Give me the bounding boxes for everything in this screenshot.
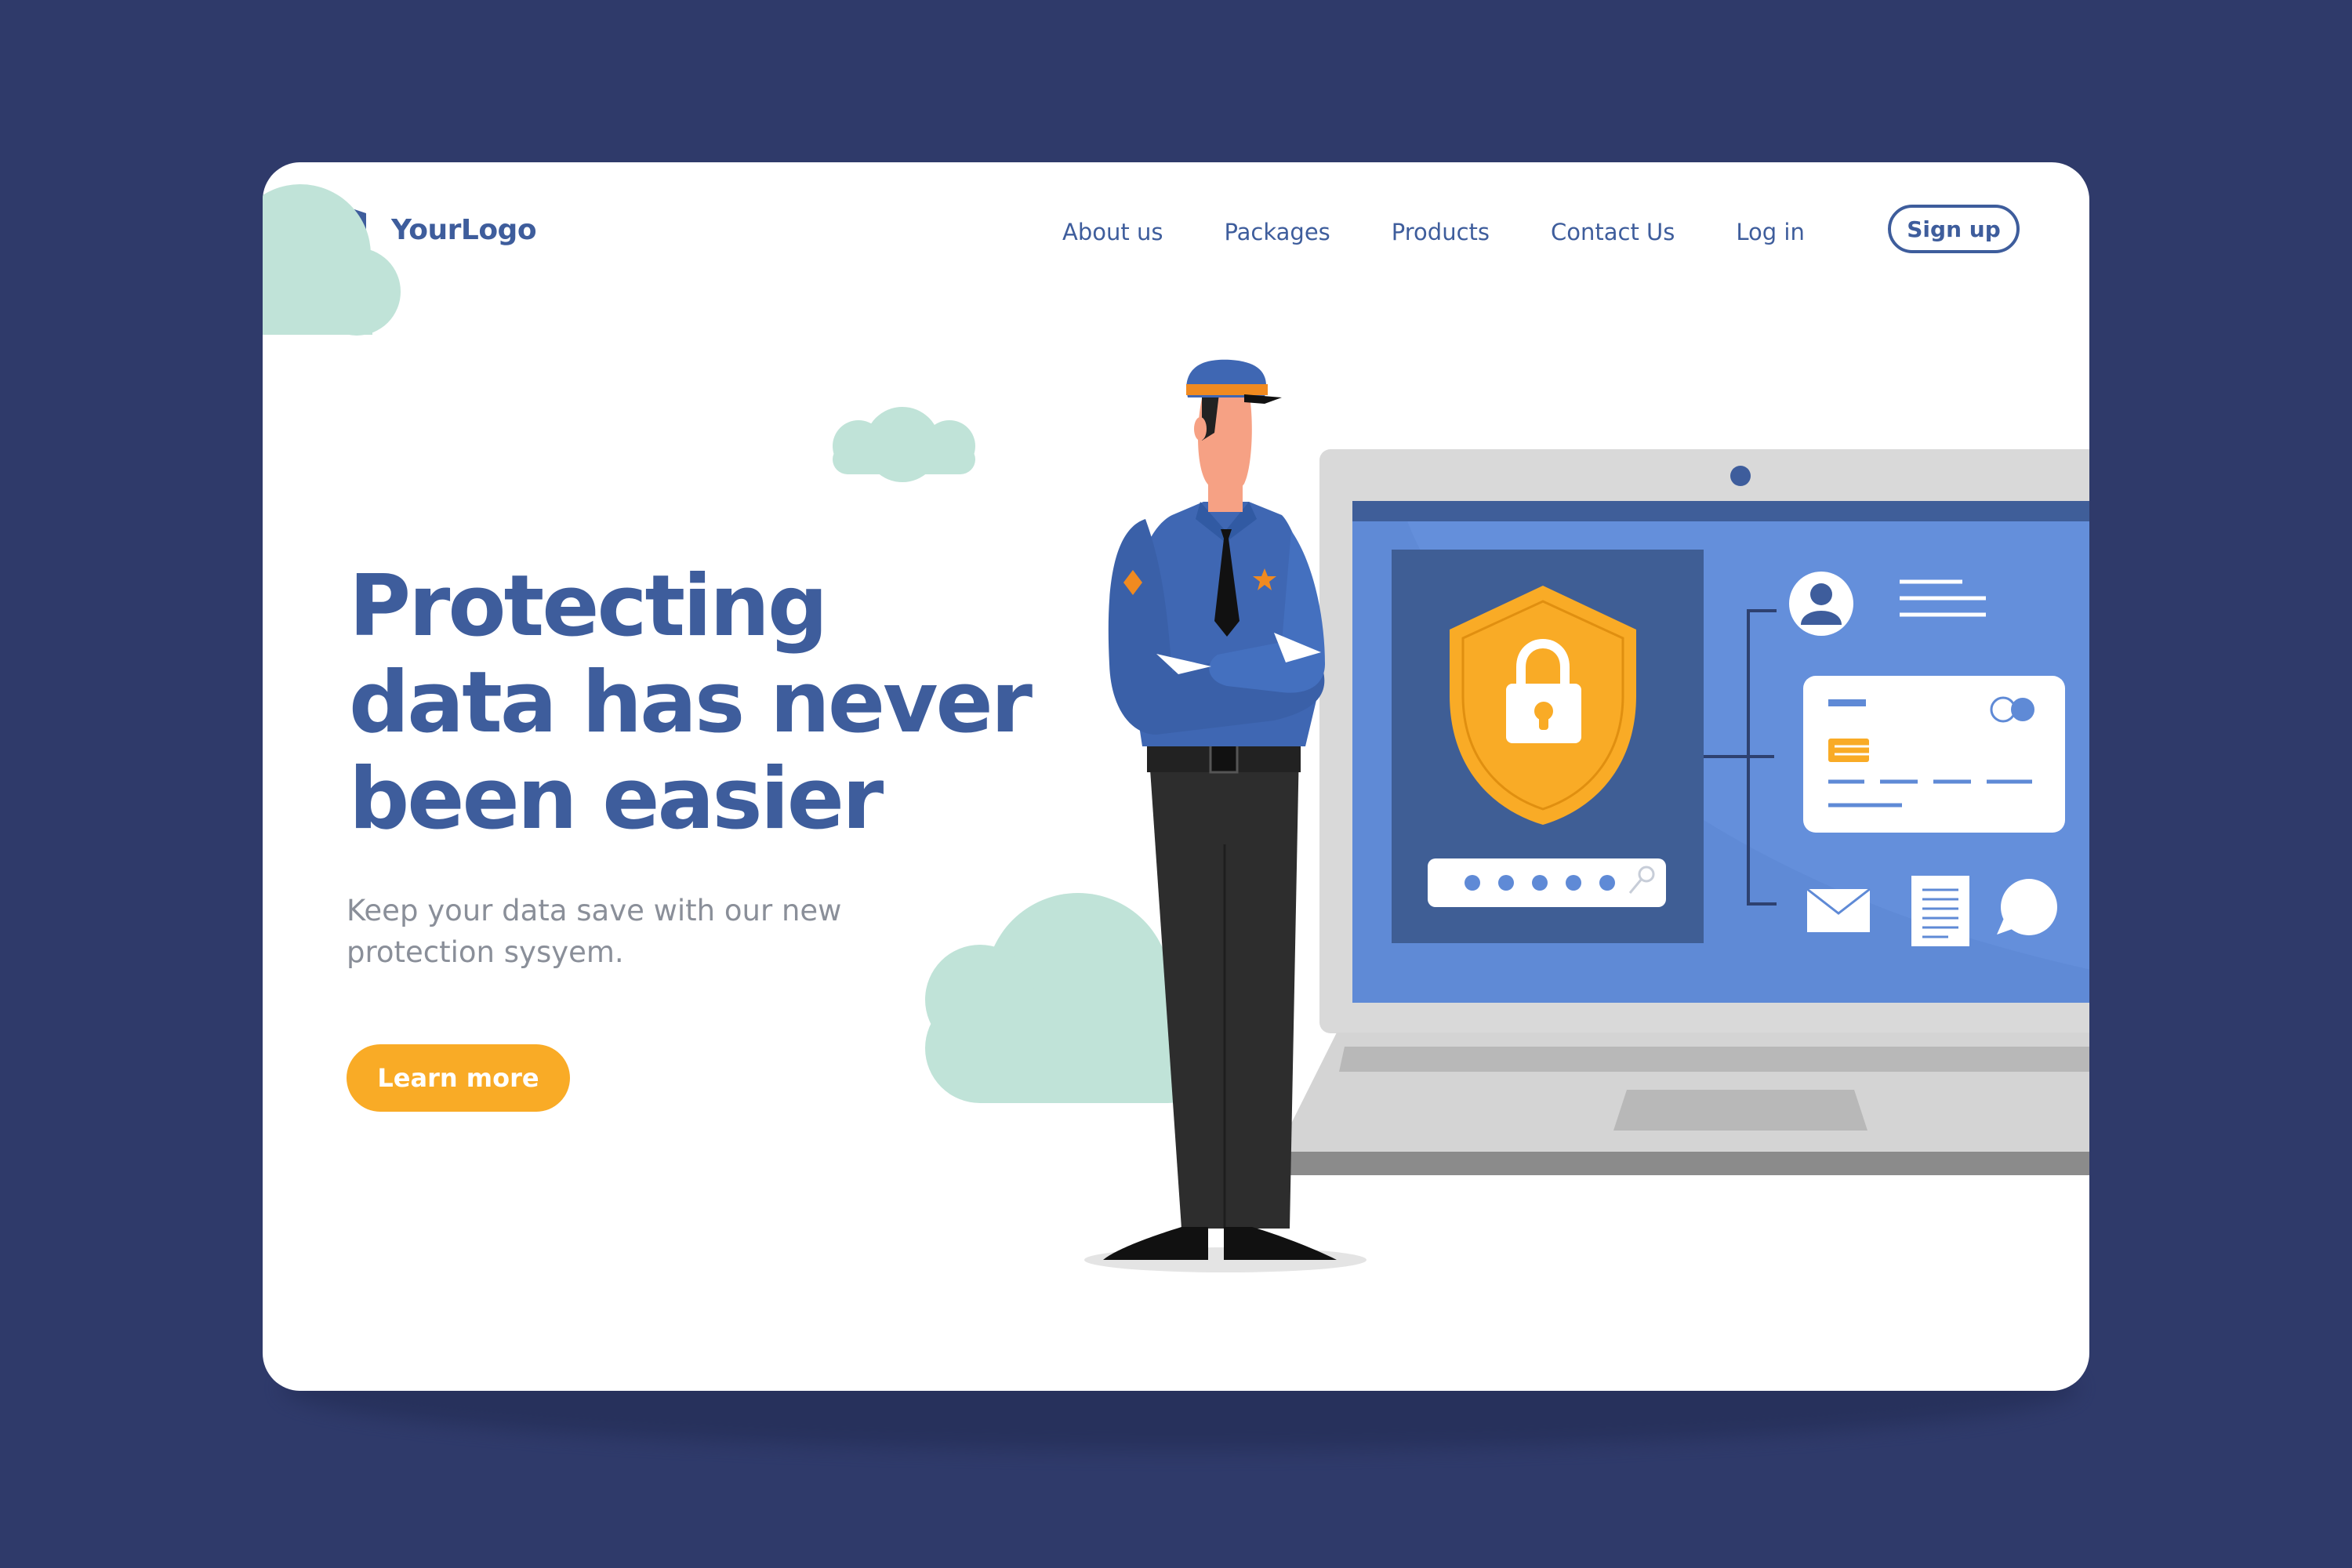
landing-card: YourLogo About us Packages Products Cont…: [263, 162, 2089, 1391]
hero-title: Protecting data has never been easier: [349, 558, 1054, 848]
cloud-small: [833, 407, 975, 482]
page: YourLogo About us Packages Products Cont…: [0, 0, 2352, 1568]
user-avatar-icon: [1789, 572, 1853, 636]
trackpad: [1613, 1090, 1867, 1131]
password-field-icon: [1428, 858, 1666, 907]
security-panel: [1392, 550, 1704, 943]
learn-more-button[interactable]: Learn more: [347, 1044, 570, 1112]
credit-card-icon: [1803, 676, 2065, 833]
hero-subtitle-line-2: protection sysyem.: [347, 935, 624, 969]
hero-subtitle-line-1: Keep your data save with our new: [347, 894, 842, 927]
envelope-icon: [1806, 887, 1871, 932]
hero-title-line-1: Protecting: [349, 557, 828, 655]
document-icon: [1911, 876, 1969, 946]
cloud-left: [263, 184, 401, 336]
hero-title-line-2: data has never: [349, 654, 1033, 752]
hero-subtitle: Keep your data save with our new protect…: [347, 890, 942, 973]
hero-title-line-3: been easier: [349, 750, 884, 848]
webcam-icon: [1730, 466, 1751, 486]
